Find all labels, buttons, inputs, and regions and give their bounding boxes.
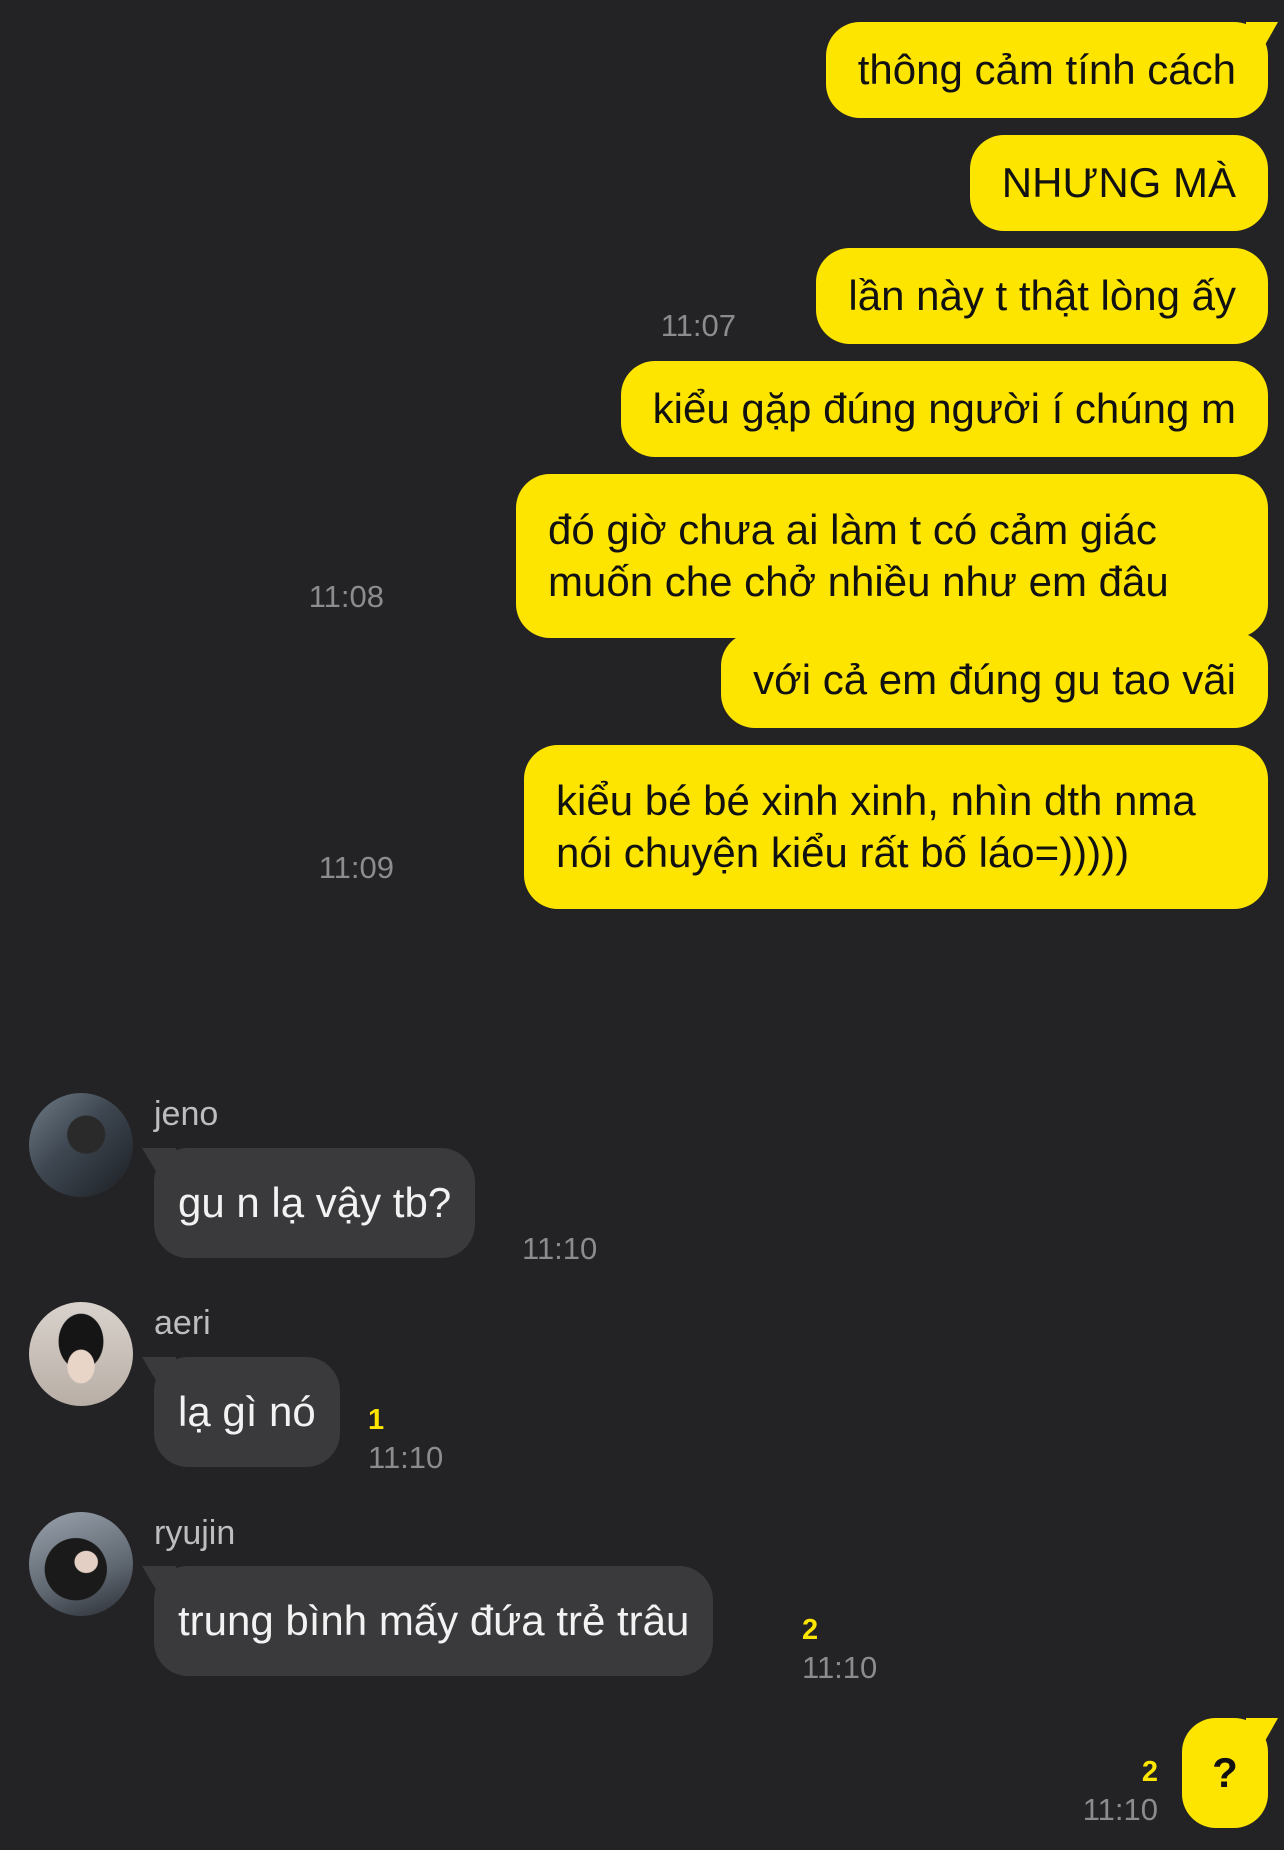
message-text: trung bình mấy đứa trẻ trâu xyxy=(178,1597,690,1644)
outgoing-message[interactable]: lần này t thật lòng ấy xyxy=(816,248,1268,344)
message-text: kiểu gặp đúng người í chúng m xyxy=(652,385,1236,432)
aeri-avatar[interactable] xyxy=(29,1302,133,1406)
chat-thread: thông cảm tính cách NHƯNG MÀ lần này t t… xyxy=(0,0,1284,1850)
ryujin-avatar[interactable] xyxy=(29,1512,133,1616)
sender-name: aeri xyxy=(154,1304,211,1342)
unread-count: 2 xyxy=(802,1614,819,1646)
incoming-message[interactable]: lạ gì nó xyxy=(154,1357,340,1467)
message-text: gu n lạ vậy tb? xyxy=(178,1179,452,1226)
sender-name: jeno xyxy=(154,1095,219,1133)
message-text: kiểu bé bé xinh xinh, nhìn dth nma nói c… xyxy=(556,777,1196,876)
unread-count: 2 xyxy=(1141,1756,1158,1788)
message-text: ? xyxy=(1212,1749,1238,1796)
message-timestamp: 11:09 xyxy=(318,850,394,885)
message-timestamp: 11:10 xyxy=(368,1440,444,1475)
message-text: NHƯNG MÀ xyxy=(1001,159,1236,206)
outgoing-message[interactable]: kiểu gặp đúng người í chúng m xyxy=(620,361,1268,457)
message-text: lạ gì nó xyxy=(178,1388,316,1435)
sender-name: ryujin xyxy=(154,1514,236,1552)
outgoing-message[interactable]: đó giờ chưa ai làm t có cảm giác muốn ch… xyxy=(516,474,1268,638)
message-timestamp: 11:08 xyxy=(308,579,384,614)
outgoing-message[interactable]: với cả em đúng gu tao vãi xyxy=(721,632,1268,728)
message-text: thông cảm tính cách xyxy=(857,46,1236,93)
message-timestamp: 11:07 xyxy=(660,308,736,343)
incoming-message[interactable]: gu n lạ vậy tb? xyxy=(154,1148,476,1258)
message-text: lần này t thật lòng ấy xyxy=(848,272,1236,319)
message-timestamp: 11:10 xyxy=(1082,1792,1158,1827)
jeno-avatar[interactable] xyxy=(29,1093,133,1197)
message-timestamp: 11:10 xyxy=(522,1231,598,1266)
outgoing-message[interactable]: kiểu bé bé xinh xinh, nhìn dth nma nói c… xyxy=(524,745,1268,909)
incoming-message[interactable]: trung bình mấy đứa trẻ trâu xyxy=(154,1566,714,1676)
message-timestamp: 11:10 xyxy=(802,1650,878,1685)
outgoing-message[interactable]: NHƯNG MÀ xyxy=(969,135,1268,231)
message-text: đó giờ chưa ai làm t có cảm giác muốn ch… xyxy=(548,506,1169,605)
outgoing-message[interactable]: ? xyxy=(1182,1718,1268,1828)
unread-count: 1 xyxy=(368,1404,385,1436)
outgoing-message[interactable]: thông cảm tính cách xyxy=(825,22,1268,118)
message-text: với cả em đúng gu tao vãi xyxy=(753,656,1236,703)
